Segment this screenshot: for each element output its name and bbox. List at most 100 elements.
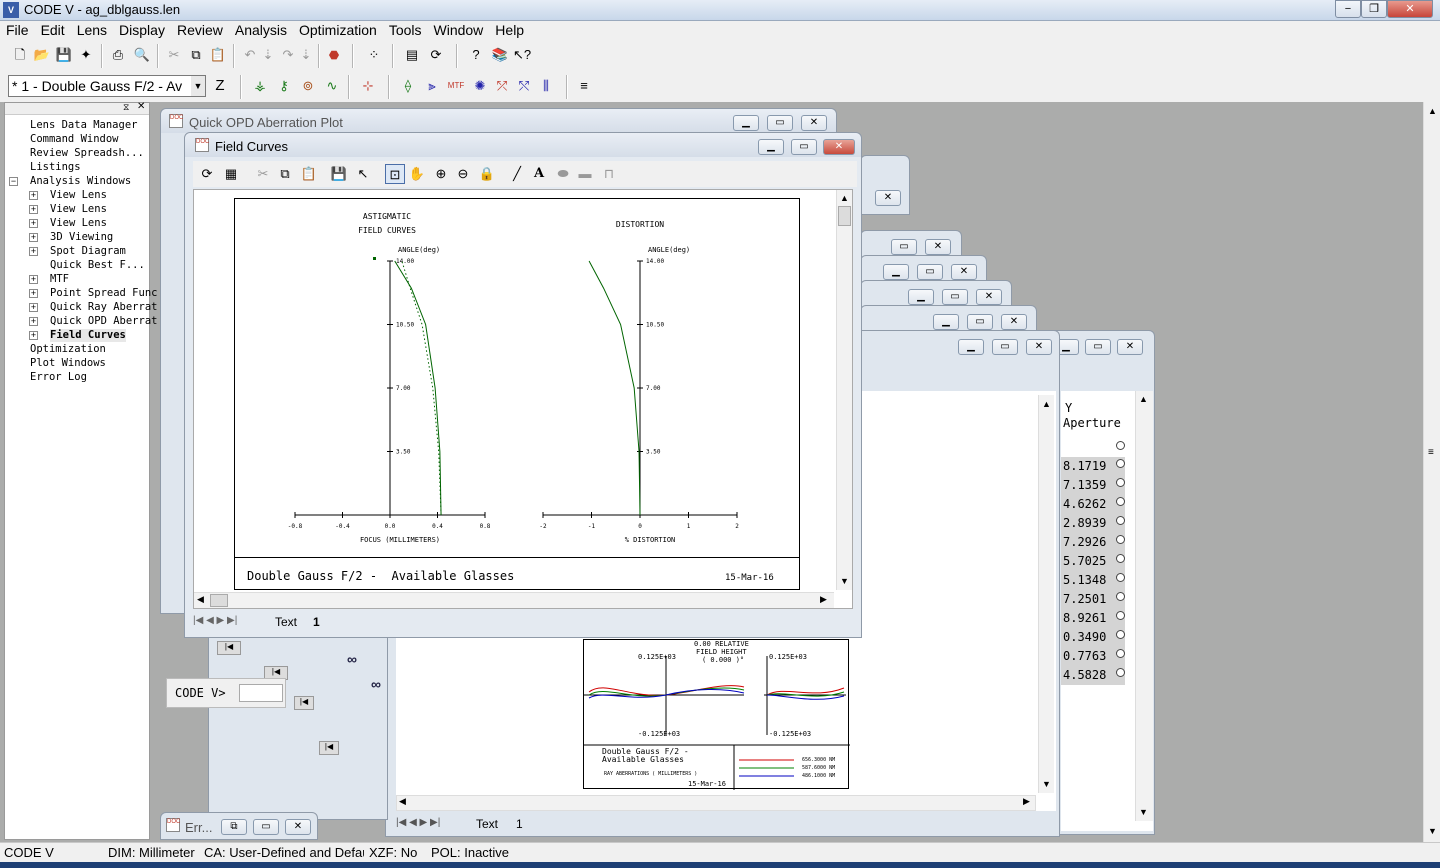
ray-fan-icon[interactable]: ⚶ [250, 76, 270, 96]
tab-1[interactable]: 1 [313, 615, 320, 629]
ray-vscrollbar[interactable]: ▲ ▼ [1038, 395, 1054, 793]
menu-lens[interactable]: Lens [71, 21, 113, 38]
rect-tool-icon[interactable]: ▬ [575, 164, 595, 184]
tree-item-view-lens[interactable]: View Lens [50, 217, 107, 230]
eraser-icon[interactable]: ⬬ [553, 164, 573, 184]
redo-icon[interactable]: ↷ [278, 45, 298, 65]
field-curves-minimize-button[interactable]: ▁ [758, 139, 784, 155]
expand-icon[interactable]: + [29, 275, 38, 284]
quick-opd-maximize-button[interactable]: ▭ [767, 115, 793, 131]
spreadsheet-cell[interactable]: 4.6262 [1061, 495, 1125, 514]
tree-item-quick-best-f[interactable]: Quick Best F... [50, 259, 145, 272]
cascade-window-1[interactable]: ✕ [860, 155, 910, 215]
chevron-down-icon[interactable]: ▼ [191, 76, 205, 96]
new-file-icon[interactable]: 🗋 [10, 45, 30, 65]
spreadsheet-cell[interactable]: 7.2501 [1061, 590, 1125, 609]
collapse-icon[interactable]: − [9, 177, 18, 186]
command-input[interactable] [239, 684, 283, 702]
spreadsheet-cell[interactable]: 0.3490 [1061, 628, 1125, 647]
field-icon[interactable]: ⚷ [274, 76, 294, 96]
edit-sheet-icon[interactable]: ▤ [402, 45, 422, 65]
expand-icon[interactable]: + [29, 317, 38, 326]
cut-icon[interactable]: ✂ [164, 45, 184, 65]
tree-item-spot-diagram[interactable]: Spot Diagram [50, 245, 126, 258]
menu-edit[interactable]: Edit [35, 21, 71, 38]
stamp-icon[interactable]: ⊓ [599, 164, 619, 184]
tree-collapse-icon[interactable]: ⧖ [123, 102, 129, 113]
print-preview-icon[interactable]: 🔍 [132, 45, 152, 65]
row-radio[interactable] [1116, 649, 1125, 658]
spreadsheet-cell[interactable]: 7.1359 [1061, 476, 1125, 495]
column-radio[interactable] [1116, 441, 1125, 450]
menu-display[interactable]: Display [113, 21, 171, 38]
curve-icon[interactable]: ∿ [322, 76, 342, 96]
field-curves-icon[interactable]: ⫼ [536, 76, 556, 96]
spreadsheet-close-button[interactable]: ✕ [1117, 339, 1143, 355]
options-icon[interactable]: ▦ [221, 164, 241, 184]
ray-tab-1[interactable]: 1 [516, 817, 523, 831]
ray-scroll-up-icon[interactable]: ▲ [1042, 399, 1051, 409]
menu-file[interactable]: File [0, 21, 35, 38]
tree-item-quick-ray-aberrat[interactable]: Quick Ray Aberrat [50, 301, 157, 314]
plot-hscrollbar[interactable]: ◀ ▶ [194, 592, 834, 608]
cascade-3-max-button[interactable]: ▭ [917, 264, 943, 280]
save-icon[interactable]: 💾 [54, 45, 74, 65]
ray-tab-text[interactable]: Text [476, 817, 498, 831]
refresh-icon[interactable]: ⟳ [197, 164, 217, 184]
undo-icon[interactable]: ↶ [240, 45, 260, 65]
cascade-4-max-button[interactable]: ▭ [942, 289, 968, 305]
row-radio[interactable] [1116, 630, 1125, 639]
menu-help[interactable]: Help [489, 21, 530, 38]
expand-icon[interactable]: + [29, 205, 38, 214]
quick-opd-close-button[interactable]: ✕ [801, 115, 827, 131]
lens-view-icon[interactable]: ⟠ [398, 76, 418, 96]
spreadsheet-cell[interactable]: 7.2926 [1061, 533, 1125, 552]
cascade-4-min-button[interactable]: ▁ [908, 289, 934, 305]
spot-icon[interactable]: ⊚ [298, 76, 318, 96]
copy-icon[interactable]: ⧉ [186, 45, 206, 65]
menu-window[interactable]: Window [428, 21, 490, 38]
restore-button[interactable]: ❐ [1361, 0, 1387, 18]
mdi-scroll-grip-icon[interactable]: ≡ [1428, 447, 1434, 458]
plot-scroll-up-icon[interactable]: ▲ [840, 193, 849, 203]
expand-icon[interactable]: + [29, 219, 38, 228]
print-icon[interactable]: ⎙ [108, 45, 128, 65]
stacked-nav-1[interactable]: |◀ [217, 641, 241, 655]
error-log-minimized[interactable]: DOC Err... ⧉ ▭ ✕ [160, 812, 318, 840]
ray-scroll-left-icon[interactable]: ◀ [399, 796, 406, 807]
expand-icon[interactable]: + [29, 191, 38, 200]
tree-item-lens-data-manager[interactable]: Lens Data Manager [30, 119, 137, 132]
row-radio[interactable] [1116, 535, 1125, 544]
copy-icon[interactable]: ⧉ [275, 164, 295, 184]
tree-item-quick-opd-aberrat[interactable]: Quick OPD Aberrat [50, 315, 157, 328]
lens-select[interactable]: * 1 - Double Gauss F/2 - Av ▼ [8, 75, 206, 97]
menu-analysis[interactable]: Analysis [229, 21, 293, 38]
menu-tools[interactable]: Tools [383, 21, 428, 38]
spreadsheet-cell[interactable]: 2.8939 [1061, 514, 1125, 533]
spreadsheet-cell[interactable]: 4.5828 [1061, 666, 1125, 685]
help-book-icon[interactable]: ? [466, 45, 486, 65]
minimize-button[interactable]: − [1335, 0, 1361, 18]
tree-item-plot-windows[interactable]: Plot Windows [30, 357, 106, 370]
cascade-5-min-button[interactable]: ▁ [933, 314, 959, 330]
close-button[interactable]: ✕ [1387, 0, 1433, 18]
stacked-nav-4[interactable]: |◀ [319, 741, 339, 755]
psf-icon[interactable]: ✺ [470, 76, 490, 96]
ray-max-button[interactable]: ▭ [992, 339, 1018, 355]
ray-hscrollbar[interactable]: ◀ ▶ [396, 795, 1036, 811]
row-radio[interactable] [1116, 668, 1125, 677]
select-arrow-icon[interactable]: ↖ [353, 164, 373, 184]
row-radio[interactable] [1116, 497, 1125, 506]
expand-icon[interactable]: + [29, 303, 38, 312]
tree-item-review-spreadsh[interactable]: Review Spreadsh... [30, 147, 144, 160]
field-curves-maximize-button[interactable]: ▭ [791, 139, 817, 155]
tree-item-view-lens[interactable]: View Lens [50, 189, 107, 202]
cut-icon[interactable]: ✂ [253, 164, 273, 184]
zoom-window-icon[interactable]: ⊡ [385, 164, 405, 184]
mdi-vscrollbar[interactable]: ▲ ≡ ▼ [1423, 102, 1440, 842]
layout-icon[interactable]: ⫸ [422, 76, 442, 96]
pan-icon[interactable]: ✋ [407, 164, 427, 184]
spreadsheet-cell[interactable]: 0.7763 [1061, 647, 1125, 666]
expand-icon[interactable]: + [29, 247, 38, 256]
text-tool-icon[interactable]: A [529, 164, 549, 184]
